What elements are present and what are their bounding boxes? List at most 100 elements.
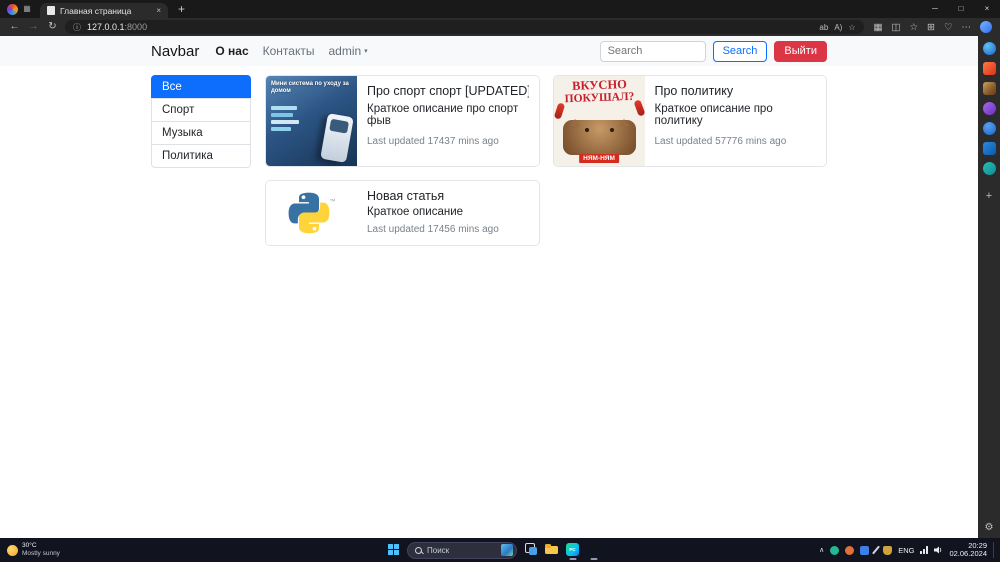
edge-icon[interactable] <box>587 542 601 560</box>
navbar-brand[interactable]: Navbar <box>151 43 199 60</box>
chevron-down-icon: ▾ <box>364 47 368 55</box>
new-tab-button[interactable]: + <box>178 0 185 18</box>
designer-icon[interactable] <box>982 82 996 95</box>
card-description: Краткое описание <box>367 206 464 218</box>
search-button[interactable]: Search <box>712 40 768 62</box>
taskbar-center: Поиск PC <box>388 538 601 562</box>
pycharm-icon[interactable]: PC <box>566 542 580 560</box>
thumbnail-feature-chips <box>271 106 299 131</box>
address-bar[interactable]: ⓘ 127.0.0.1:8000 ab A) ☆ <box>65 20 864 34</box>
card-title: Про спорт спорт [UPDATED] <box>367 84 529 98</box>
refresh-icon[interactable]: ↻ <box>46 18 59 36</box>
article-thumbnail: ВКУСНО ПОКУШАЛ? НЯМ-НЯМ <box>553 76 645 166</box>
tray-icon-blue[interactable] <box>860 545 870 555</box>
nav-link-admin-dropdown[interactable]: admin ▾ <box>328 44 367 58</box>
sidebar-settings-icon[interactable]: ⚙ <box>985 522 994 533</box>
outlook-icon[interactable] <box>982 142 996 155</box>
thumbnail-badge: НЯМ-НЯМ <box>579 154 619 163</box>
more-menu-icon[interactable]: ⋯ <box>962 22 972 33</box>
favorites-icon[interactable]: ☆ <box>909 22 918 33</box>
tab-close-icon[interactable]: × <box>156 6 161 15</box>
card-body: Про политику Краткое описание про полити… <box>645 76 827 166</box>
url-port: :8000 <box>124 22 148 32</box>
workspace-icon[interactable] <box>7 3 18 15</box>
sidebar-item-music[interactable]: Музыка <box>151 121 251 145</box>
volume-icon[interactable] <box>934 546 943 554</box>
tab-favicon-icon <box>47 6 55 15</box>
thumbnail-text: ПОКУШАЛ? <box>563 90 635 106</box>
collections-icon[interactable]: ⊞ <box>927 22 935 33</box>
search-icon <box>415 546 422 554</box>
card-updated: Last updated 17437 mins ago <box>367 136 499 147</box>
maximize-button[interactable]: □ <box>948 0 974 18</box>
extensions-icon[interactable]: ▦ <box>874 22 883 33</box>
weather-widget[interactable]: 30°C Mostly sunny <box>7 542 60 558</box>
file-explorer-icon[interactable] <box>545 542 559 558</box>
article-card[interactable]: ™ Новая статья Краткое описание Last upd… <box>265 180 540 246</box>
start-button[interactable] <box>388 544 400 556</box>
taskbar-search-label: Поиск <box>427 545 450 555</box>
browser-tab[interactable]: Главная страница × <box>40 3 168 18</box>
translate-icon[interactable]: ab <box>819 23 828 32</box>
search-input[interactable] <box>599 40 706 62</box>
edge-sidebar: + ⚙ <box>978 36 1000 538</box>
url-text[interactable]: 127.0.0.1:8000 <box>87 22 813 32</box>
msn-icon[interactable] <box>982 122 996 135</box>
logout-button[interactable]: Выйти <box>774 40 827 62</box>
sidebar-item-sport[interactable]: Спорт <box>151 98 251 122</box>
profile-avatar[interactable] <box>980 21 992 33</box>
clock[interactable]: 20:29 02.06.2024 <box>949 541 987 559</box>
url-host: 127.0.0.1 <box>87 22 125 32</box>
tray-shield-icon[interactable] <box>883 545 893 555</box>
nav-link-about[interactable]: О нас <box>215 44 248 58</box>
split-screen-icon[interactable]: ◫ <box>891 22 900 33</box>
thumbnail-device-image <box>320 113 354 163</box>
microsoft365-icon[interactable] <box>982 62 996 75</box>
language-indicator[interactable]: ENG <box>898 546 914 555</box>
category-list: Все Спорт Музыка Политика <box>151 75 251 168</box>
article-thumbnail: Мини система по уходу за домом <box>266 76 357 166</box>
card-title: Про политику <box>654 84 734 98</box>
tray-icon-orange[interactable] <box>845 545 855 555</box>
show-desktop-button[interactable] <box>993 542 996 558</box>
bing-search-icon[interactable] <box>982 42 996 55</box>
card-updated: Last updated 17456 mins ago <box>367 224 499 235</box>
back-icon[interactable]: ← <box>8 18 21 36</box>
hidden-icons-chevron[interactable]: ∧ <box>819 546 824 554</box>
minimize-button[interactable]: ─ <box>922 0 948 18</box>
article-card[interactable]: Мини система по уходу за домом Про спорт… <box>265 75 540 167</box>
sidebar-item-politics[interactable]: Политика <box>151 144 251 168</box>
card-description: Краткое описание про спорт фыв <box>367 103 519 127</box>
browser-toolbar: ← → ↻ ⓘ 127.0.0.1:8000 ab A) ☆ ▦ ◫ ☆ ⊞ ♡… <box>0 18 1000 36</box>
article-card[interactable]: ВКУСНО ПОКУШАЛ? НЯМ-НЯМ Про политику Кра… <box>552 75 827 167</box>
favorite-star-icon[interactable]: ☆ <box>848 23 855 32</box>
site-info-icon[interactable]: ⓘ <box>73 22 81 33</box>
close-window-button[interactable]: × <box>974 0 1000 18</box>
games-icon[interactable] <box>982 102 996 115</box>
web-page: Navbar О нас Контакты admin ▾ Search Вый… <box>0 36 978 538</box>
task-view-icon[interactable] <box>524 542 538 558</box>
forward-icon[interactable]: → <box>27 18 40 36</box>
card-updated: Last updated 57776 mins ago <box>654 136 787 147</box>
trademark-symbol: ™ <box>329 199 336 205</box>
nav-link-contacts[interactable]: Контакты <box>263 44 315 58</box>
read-aloud-icon[interactable]: A) <box>834 23 842 32</box>
tray-icon-green[interactable] <box>830 545 840 555</box>
tray-pen-icon[interactable] <box>872 545 881 555</box>
card-body: Новая статья Краткое описание Last updat… <box>357 181 539 245</box>
taskbar-search[interactable]: Поиск <box>407 541 517 559</box>
browser-essentials-icon[interactable]: ♡ <box>944 22 953 33</box>
tab-actions-icon[interactable]: ▦ <box>18 0 36 18</box>
admin-label: admin <box>328 44 362 58</box>
taskbar: 30°C Mostly sunny Поиск PC ∧ ENG 20:29 0… <box>0 538 1000 562</box>
sidebar-item-all[interactable]: Все <box>151 75 251 99</box>
add-sidebar-item-icon[interactable]: + <box>986 190 992 202</box>
system-tray: ∧ ENG 20:29 02.06.2024 <box>819 538 996 562</box>
site-navbar: Navbar О нас Контакты admin ▾ Search Вый… <box>0 36 978 66</box>
drop-icon[interactable] <box>982 162 996 175</box>
navbar-search-group: Search Выйти <box>599 40 827 62</box>
toolbar-actions: ▦ ◫ ☆ ⊞ ♡ ⋯ <box>874 21 992 33</box>
thumbnail-caption: Мини система по уходу за домом <box>271 81 349 94</box>
sun-icon <box>7 544 18 556</box>
network-icon[interactable] <box>920 546 929 554</box>
